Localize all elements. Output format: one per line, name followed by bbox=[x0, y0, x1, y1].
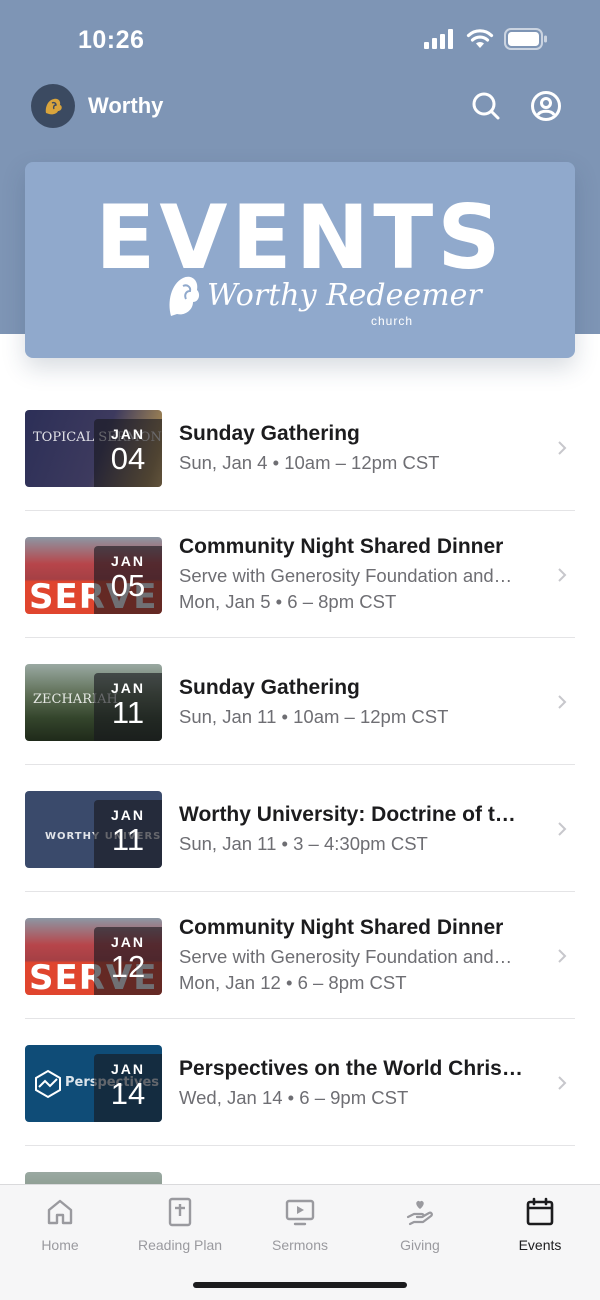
event-thumbnail: ZECHARIAH JAN 11 bbox=[25, 664, 162, 741]
event-title: Sunday Gathering bbox=[179, 422, 360, 445]
event-title: Sunday Gathering bbox=[179, 676, 360, 699]
event-title: Community Night Shared Dinner bbox=[179, 535, 504, 558]
tab-label: Giving bbox=[400, 1237, 440, 1253]
event-item[interactable]: TOPICAL SERMONS JAN 04 Sunday Gathering … bbox=[25, 384, 575, 511]
chevron-right-icon bbox=[558, 822, 567, 836]
video-icon bbox=[285, 1199, 315, 1226]
event-thumbnail: SERVE JAN 12 bbox=[25, 918, 162, 995]
status-icons bbox=[424, 28, 548, 50]
app-header: Worthy bbox=[0, 82, 600, 132]
event-text: Perspectives on the World Chris… Wed, Ja… bbox=[179, 1057, 549, 1109]
date-badge-month: JAN bbox=[110, 934, 145, 950]
tab-label: Events bbox=[518, 1237, 562, 1253]
event-datetime: Sun, Jan 11 • 3 – 4:30pm CST bbox=[179, 833, 428, 854]
battery-icon bbox=[504, 28, 547, 50]
app-title: Worthy bbox=[88, 93, 164, 118]
date-badge-day: 05 bbox=[110, 568, 146, 603]
tab-reading-plan[interactable]: Reading Plan bbox=[120, 1197, 240, 1253]
tab-giving[interactable]: Giving bbox=[360, 1197, 480, 1253]
event-title: Worthy University: Doctrine of t… bbox=[179, 803, 516, 826]
date-badge-month: JAN bbox=[110, 807, 145, 823]
tab-label: Home bbox=[41, 1237, 79, 1253]
giving-hand-icon bbox=[406, 1200, 433, 1226]
search-icon bbox=[472, 92, 500, 120]
tab-events[interactable]: Events bbox=[480, 1197, 600, 1253]
worthy-redeemer-logo: Worthy Redeemer church bbox=[165, 268, 482, 330]
event-thumbnail: Perspectives JAN 14 bbox=[25, 1045, 162, 1122]
lion-logo-icon bbox=[169, 276, 200, 316]
home-indicator[interactable] bbox=[193, 1282, 407, 1288]
events-banner: EVENTS Worthy Redeemer church bbox=[25, 162, 575, 358]
date-badge-day: 12 bbox=[110, 949, 146, 984]
lion-logo-icon bbox=[45, 98, 62, 115]
date-badge: JAN 11 bbox=[94, 673, 162, 741]
status-time: 10:26 bbox=[78, 26, 145, 54]
calendar-icon bbox=[526, 1197, 554, 1226]
date-badge-month: JAN bbox=[110, 1061, 145, 1077]
event-datetime: Sun, Jan 4 • 10am – 12pm CST bbox=[179, 452, 440, 473]
date-badge: JAN 05 bbox=[94, 546, 162, 614]
date-badge: JAN 12 bbox=[94, 927, 162, 995]
event-list: TOPICAL SERMONS JAN 04 Sunday Gathering … bbox=[25, 384, 575, 1273]
tab-label: Sermons bbox=[271, 1237, 329, 1253]
date-badge-month: JAN bbox=[110, 680, 145, 696]
date-badge-month: JAN bbox=[110, 553, 145, 569]
event-description: Serve with Generosity Foundation and… bbox=[179, 946, 513, 967]
globe-logo-icon bbox=[35, 1069, 61, 1099]
event-item[interactable]: SERVE JAN 05 Community Night Shared Dinn… bbox=[25, 511, 575, 638]
bible-icon bbox=[168, 1197, 192, 1227]
event-title: Perspectives on the World Chris… bbox=[179, 1057, 523, 1080]
tab-sermons[interactable]: Sermons bbox=[240, 1197, 360, 1253]
banner-brand-sub: church bbox=[371, 314, 414, 328]
status-bar: 10:26 bbox=[0, 0, 600, 82]
date-badge-day: 11 bbox=[111, 695, 145, 730]
wifi-icon bbox=[466, 29, 494, 48]
event-text: Sunday Gathering Sun, Jan 4 • 10am – 12p… bbox=[179, 422, 549, 474]
tab-home[interactable]: Home bbox=[0, 1197, 120, 1253]
tab-label: Reading Plan bbox=[137, 1237, 223, 1253]
chevron-right-icon bbox=[558, 949, 567, 963]
date-badge: JAN 04 bbox=[94, 419, 162, 487]
event-datetime: Mon, Jan 5 • 6 – 8pm CST bbox=[179, 591, 397, 612]
home-icon bbox=[47, 1199, 73, 1225]
banner-brand: Worthy Redeemer bbox=[207, 278, 482, 313]
event-text: Sunday Gathering Sun, Jan 11 • 10am – 12… bbox=[179, 676, 549, 728]
event-text: Community Night Shared Dinner Serve with… bbox=[179, 916, 549, 994]
event-datetime: Wed, Jan 14 • 6 – 9pm CST bbox=[179, 1087, 409, 1108]
event-datetime: Sun, Jan 11 • 10am – 12pm CST bbox=[179, 706, 449, 727]
event-text: Community Night Shared Dinner Serve with… bbox=[179, 535, 549, 613]
event-text: Worthy University: Doctrine of t… Sun, J… bbox=[179, 803, 549, 855]
profile-button[interactable] bbox=[529, 89, 563, 123]
cellular-signal-icon bbox=[424, 29, 453, 49]
profile-icon bbox=[531, 91, 561, 121]
chevron-right-icon bbox=[558, 568, 567, 582]
event-item[interactable]: WORTHY UNIVERSITY JAN 11 Worthy Universi… bbox=[25, 765, 575, 892]
event-thumbnail: TOPICAL SERMONS JAN 04 bbox=[25, 410, 162, 487]
date-badge: JAN 11 bbox=[94, 800, 162, 868]
chevron-right-icon bbox=[558, 441, 567, 455]
event-item[interactable]: ZECHARIAH JAN 11 Sunday Gathering Sun, J… bbox=[25, 638, 575, 765]
event-datetime: Mon, Jan 12 • 6 – 8pm CST bbox=[179, 972, 407, 993]
chevron-right-icon bbox=[558, 1076, 567, 1090]
event-item[interactable]: SERVE JAN 12 Community Night Shared Dinn… bbox=[25, 892, 575, 1019]
event-item[interactable]: Perspectives JAN 14 Perspectives on the … bbox=[25, 1019, 575, 1146]
event-thumbnail: WORTHY UNIVERSITY JAN 11 bbox=[25, 791, 162, 868]
date-badge-day: 11 bbox=[111, 822, 145, 857]
date-badge-month: JAN bbox=[110, 426, 145, 442]
search-button[interactable] bbox=[469, 89, 503, 123]
event-thumbnail: SERVE JAN 05 bbox=[25, 537, 162, 614]
date-badge-day: 04 bbox=[110, 441, 146, 476]
chevron-right-icon bbox=[558, 695, 567, 709]
event-title: Community Night Shared Dinner bbox=[179, 916, 504, 939]
event-description: Serve with Generosity Foundation and… bbox=[179, 565, 513, 586]
date-badge: JAN 14 bbox=[94, 1054, 162, 1122]
church-logo-avatar[interactable] bbox=[31, 84, 75, 128]
date-badge-day: 14 bbox=[110, 1076, 146, 1111]
